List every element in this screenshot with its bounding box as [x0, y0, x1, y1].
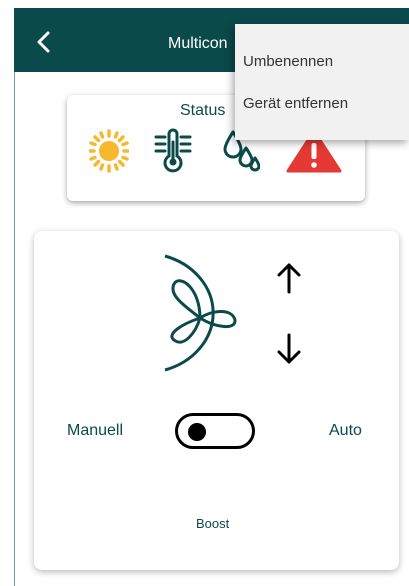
arrow-up-icon [277, 263, 301, 294]
increase-button[interactable] [276, 261, 302, 295]
boost-button[interactable]: Boost [196, 516, 229, 531]
fan-icon [160, 248, 255, 378]
chevron-left-icon[interactable] [34, 30, 54, 54]
decrease-button[interactable] [276, 332, 302, 366]
status-strip [0, 0, 409, 8]
status-label: Status [180, 102, 226, 119]
content-edge [14, 72, 15, 586]
sun-icon [87, 128, 131, 174]
auto-label: Auto [329, 422, 362, 439]
overflow-menu: Umbenennen Gerät entfernen [235, 24, 409, 140]
menu-item-remove-device[interactable]: Gerät entfernen [243, 95, 348, 112]
arrow-down-icon [277, 333, 301, 364]
toggle-knob [188, 423, 206, 441]
thermometer-icon [153, 128, 193, 174]
control-card: Manuell Auto Boost [34, 231, 399, 570]
page-title: Multicon [168, 35, 228, 52]
menu-item-rename[interactable]: Umbenennen [243, 53, 333, 70]
manual-label: Manuell [67, 422, 124, 439]
mode-toggle[interactable] [175, 413, 255, 449]
